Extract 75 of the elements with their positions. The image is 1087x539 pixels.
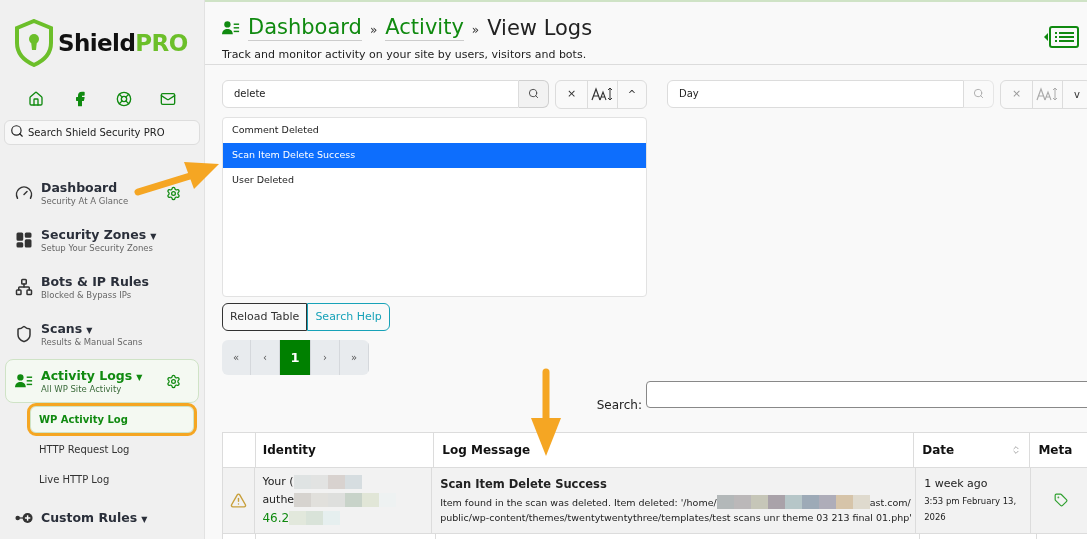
pagination-button[interactable]: «	[222, 339, 251, 375]
identity-text: authe	[262, 492, 295, 509]
nav-subtitle: Security At A Glance	[41, 195, 130, 207]
full-date: 3:53 pm February 13, 2026	[924, 494, 1018, 524]
nav-title: Dashboard	[41, 179, 119, 196]
shield-logo-icon	[14, 19, 54, 67]
submenu-item[interactable]: WP Activity Log	[30, 406, 194, 433]
pagination-button[interactable]: »	[340, 339, 369, 375]
nav-item[interactable]: Bots & IP Rules Blocked & Bypass IPs	[5, 265, 199, 309]
nav-item[interactable]: Dashboard Security At A Glance	[5, 171, 199, 215]
identity-text: Your (	[262, 474, 294, 491]
breadcrumb-separator: »	[369, 21, 378, 39]
breadcrumb-link[interactable]: Dashboard	[248, 14, 362, 42]
dropdown-option[interactable]: Scan Item Delete Success	[223, 142, 646, 168]
network-icon	[15, 278, 33, 296]
brand-name: ShieldPRO	[58, 28, 188, 58]
nav-title: Bots & IP Rules	[41, 273, 151, 290]
pixelated-redaction	[289, 511, 341, 526]
reload-table-button[interactable]: Reload Table	[222, 302, 308, 331]
nav-title: Scans ▼	[41, 320, 94, 337]
nav-item[interactable]: Custom Rules ▼	[5, 496, 199, 539]
breadcrumb-current: View Logs	[487, 14, 593, 41]
nav-item[interactable]: Activity Logs ▼ All WP Site Activity	[5, 359, 199, 403]
settings-icon[interactable]	[166, 373, 181, 389]
home-icon[interactable]	[28, 91, 44, 107]
pagination-button[interactable]: 1	[280, 339, 311, 375]
column-header: Identity	[255, 432, 435, 467]
nav-subtitle: Blocked & Bypass IPs	[41, 289, 133, 301]
submenu-item[interactable]: HTTP Request Log	[30, 436, 194, 463]
layout-icon	[15, 231, 33, 249]
dropdown-toggle-button[interactable]: ^	[617, 80, 646, 108]
log-title: Scan Item Delete Success	[440, 475, 608, 493]
filter-field[interactable]: Day	[667, 79, 964, 108]
nav-item[interactable]: Security Zones ▼ Setup Your Security Zones	[5, 218, 199, 262]
page-description: Track and monitor activity on your site by users, visitors and bots.	[222, 47, 588, 64]
clear-button[interactable]: ×	[556, 80, 587, 108]
dropdown-option[interactable]: User Deleted	[223, 167, 646, 193]
tag-icon[interactable]	[1053, 493, 1068, 508]
lifebuoy-icon[interactable]	[116, 91, 132, 107]
dropdown-toggle-button[interactable]: v	[1062, 80, 1087, 108]
column-header[interactable]: Date	[914, 432, 1031, 467]
gauge-icon	[15, 184, 33, 202]
submenu-item[interactable]: Live HTTP Log	[30, 466, 194, 493]
shield-icon	[15, 325, 33, 343]
nav-title: Security Zones ▼	[41, 226, 158, 243]
nav-title: Activity Logs ▼	[41, 367, 144, 384]
sidebar-search-field[interactable]: Search Shield Security PRO	[4, 120, 200, 145]
column-header: Meta	[1037, 441, 1074, 459]
search-icon	[528, 88, 539, 100]
identity-text: 46.2	[262, 510, 290, 528]
nav-subtitle: Results & Manual Scans	[41, 336, 144, 348]
dropdown-option[interactable]: Comment Deleted	[223, 117, 646, 143]
search-button[interactable]	[519, 79, 549, 108]
table-search-field[interactable]	[646, 381, 1087, 409]
breadcrumb-separator: »	[471, 21, 480, 39]
sidebar-toggle-icon[interactable]	[1044, 26, 1080, 48]
pixelated-redaction	[293, 475, 362, 490]
log-message: Item found in the scan was deleted. Item deleted: '/home/	[440, 495, 717, 510]
nav-title: Custom Rules ▼	[41, 510, 149, 526]
warning-icon	[230, 491, 248, 509]
search-icon	[973, 88, 984, 100]
nav-subtitle: All WP Site Activity	[41, 383, 123, 395]
search-icon	[10, 124, 24, 138]
search-label: Search:	[596, 396, 642, 414]
mail-icon[interactable]	[160, 91, 176, 107]
user-list-icon	[222, 18, 240, 37]
pagination-button[interactable]: ›	[311, 339, 340, 375]
nav-subtitle: Setup Your Security Zones	[41, 242, 154, 254]
settings-icon[interactable]	[166, 185, 181, 201]
nav-item[interactable]: Scans ▼ Results & Manual Scans	[5, 312, 199, 356]
log-message: ast.com/	[869, 495, 911, 510]
filter-field[interactable]: delete	[222, 79, 519, 108]
relative-date: 1 week ago	[924, 476, 989, 492]
user-list-icon	[15, 372, 33, 390]
breadcrumb-link[interactable]: Activity	[385, 14, 464, 42]
